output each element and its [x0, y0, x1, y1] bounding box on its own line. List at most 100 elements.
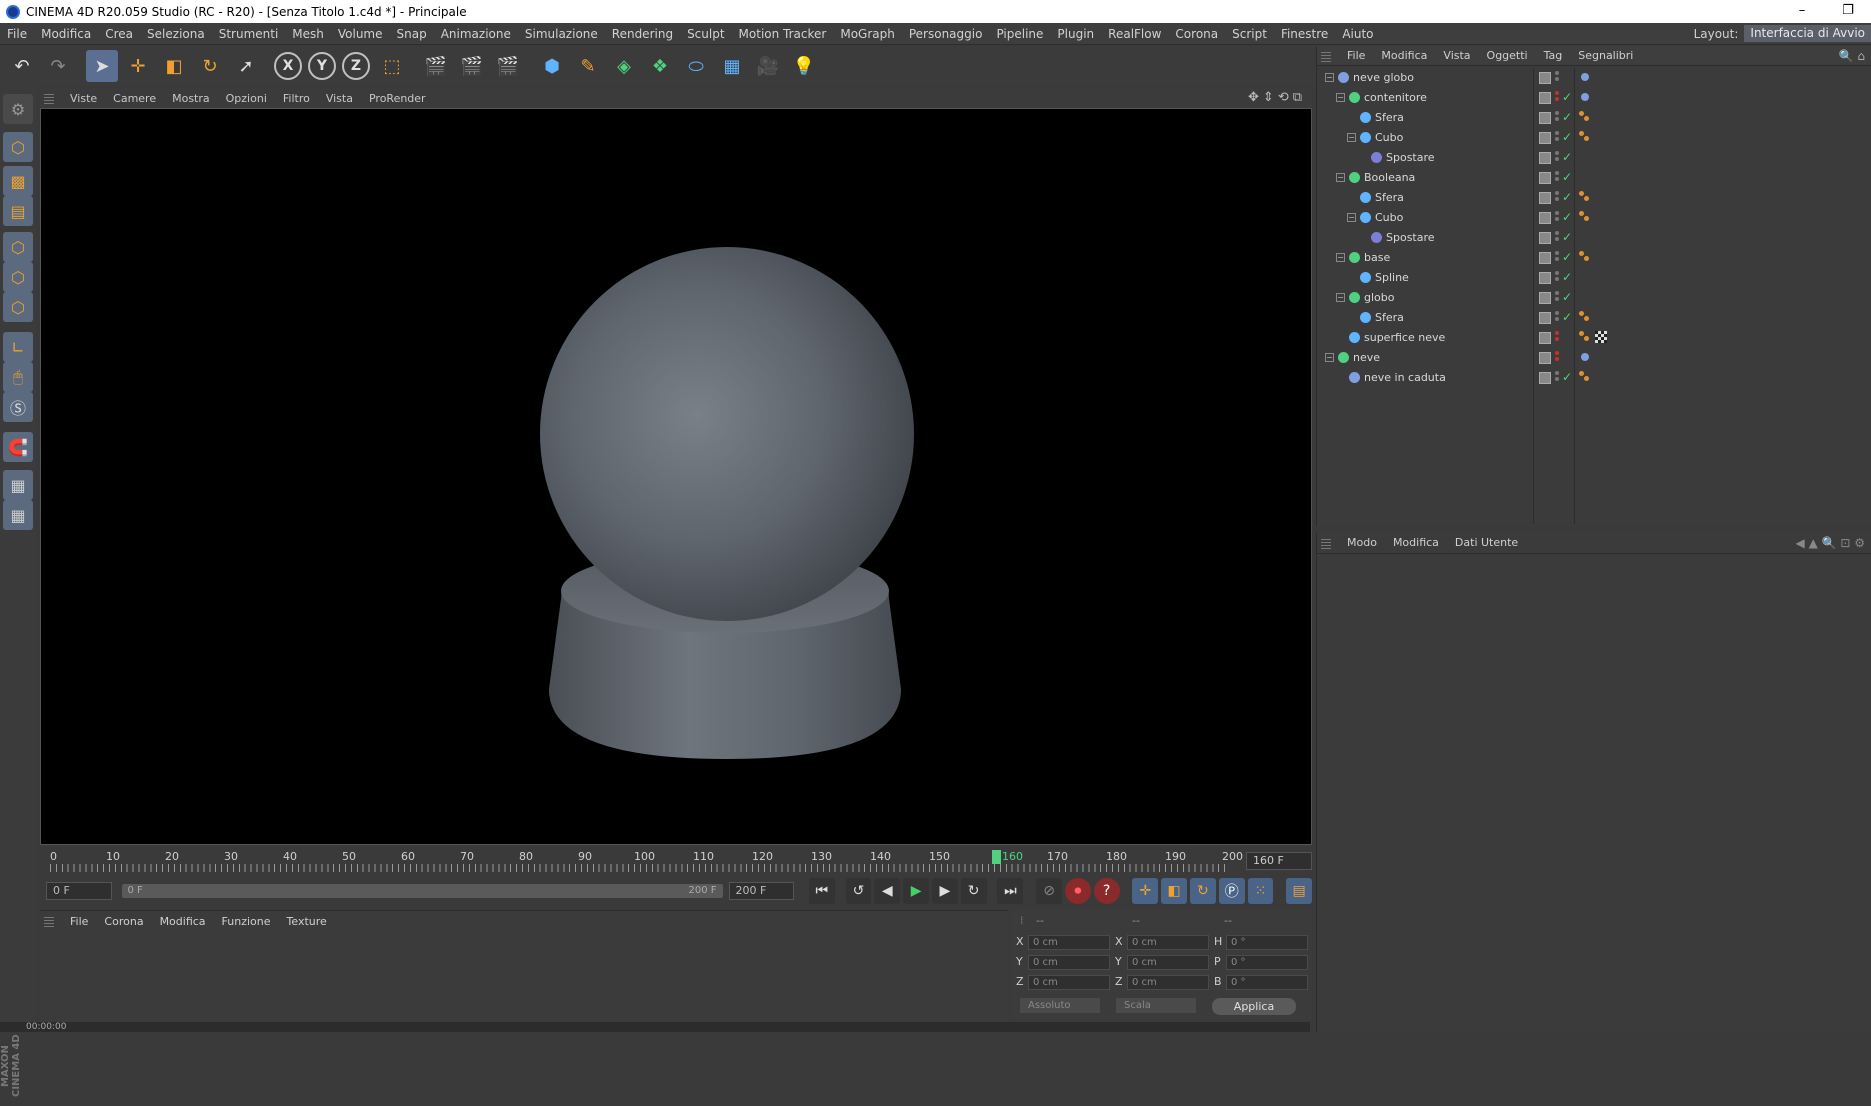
frame-range-slider[interactable]: 0 F 200 F	[121, 884, 723, 898]
viewport-navigation-icons[interactable]: ✥⇕⟲⧉	[1248, 90, 1306, 105]
layout-dropdown[interactable]: Interfaccia di Avvio	[1744, 25, 1871, 42]
object-name[interactable]: neve	[1353, 351, 1380, 364]
enabled-check-icon[interactable]: ✓	[1562, 170, 1572, 184]
end-frame-field[interactable]: 200 F	[728, 882, 795, 900]
layer-icon[interactable]	[1539, 272, 1551, 284]
visibility-dots-icon[interactable]	[1555, 311, 1559, 323]
menu-rendering[interactable]: Rendering	[605, 27, 680, 41]
start-frame-field[interactable]: 0 F	[46, 882, 112, 900]
go-to-end-icon[interactable]: ⏭	[997, 878, 1024, 904]
object-name[interactable]: Sfera	[1375, 111, 1404, 124]
enabled-check-icon[interactable]: ✓	[1562, 250, 1572, 264]
viewport-menu-opzioni[interactable]: Opzioni	[218, 92, 275, 105]
previous-frame-icon[interactable]: ◀	[874, 878, 901, 904]
menu-sculpt[interactable]: Sculpt	[680, 27, 731, 41]
phong-tag-icon[interactable]	[1579, 311, 1591, 323]
object-row[interactable]: Sfera ✓	[1317, 108, 1871, 128]
rotation-b-field[interactable]: 0 °	[1226, 975, 1308, 990]
expand-toggle-icon[interactable]: −	[1336, 93, 1345, 102]
visibility-dots-icon[interactable]	[1555, 71, 1559, 83]
material-tag-icon[interactable]	[1595, 331, 1607, 343]
object-row[interactable]: Spostare ✓	[1317, 148, 1871, 168]
object-menu-oggetti[interactable]: Oggetti	[1479, 49, 1536, 62]
select-live-icon[interactable]: ➤	[86, 50, 118, 82]
z-axis-lock-icon[interactable]: Z	[342, 52, 370, 80]
object-row[interactable]: neve in caduta ✓	[1317, 368, 1871, 388]
polygons-mode-icon[interactable]: ⬡	[3, 292, 33, 322]
object-name[interactable]: Spostare	[1386, 151, 1435, 164]
size-y-field[interactable]: 0 cm	[1127, 955, 1209, 970]
panel-grip-icon[interactable]	[1321, 49, 1331, 62]
enabled-check-icon[interactable]: ✓	[1562, 210, 1572, 224]
object-menu-tag[interactable]: Tag	[1536, 49, 1571, 62]
layer-icon[interactable]	[1539, 132, 1551, 144]
enabled-check-icon[interactable]: ✓	[1562, 370, 1572, 384]
material-menu-modifica[interactable]: Modifica	[152, 915, 214, 928]
visibility-dots-icon[interactable]	[1555, 271, 1559, 283]
attribute-nav-icons[interactable]: ◀ ▲ 🔍 ⊡ ⚙	[1796, 536, 1865, 550]
object-name[interactable]: base	[1364, 251, 1390, 264]
attribute-menu-dati-utente[interactable]: Dati Utente	[1447, 536, 1526, 549]
expand-toggle-icon[interactable]: −	[1325, 73, 1334, 82]
menu-script[interactable]: Script	[1225, 27, 1274, 41]
key-parameter-icon[interactable]: Ⓟ	[1218, 878, 1245, 904]
object-row[interactable]: superfice neve	[1317, 328, 1871, 348]
x-axis-lock-icon[interactable]: X	[274, 52, 302, 80]
layer-icon[interactable]	[1539, 252, 1551, 264]
record-active-icon[interactable]: ⊘	[1036, 878, 1062, 904]
object-name[interactable]: Sfera	[1375, 311, 1404, 324]
layer-icon[interactable]	[1539, 112, 1551, 124]
menu-mograph[interactable]: MoGraph	[833, 27, 902, 41]
recent-tool-icon[interactable]: ➚	[230, 50, 262, 82]
position-z-field[interactable]: 0 cm	[1028, 975, 1110, 990]
object-name[interactable]: Sfera	[1375, 191, 1404, 204]
workplane-mode-icon[interactable]: ▤	[3, 196, 33, 226]
menu-plugin[interactable]: Plugin	[1050, 27, 1101, 41]
object-search-home-icons[interactable]: 🔍 ⌂	[1839, 49, 1865, 63]
viewport-menu-viste[interactable]: Viste	[62, 92, 105, 105]
position-y-field[interactable]: 0 cm	[1028, 955, 1110, 970]
phong-tag-icon[interactable]	[1579, 211, 1591, 223]
coordinate-mode-dropdown[interactable]: Assoluto	[1020, 998, 1100, 1013]
menu-motion-tracker[interactable]: Motion Tracker	[732, 27, 834, 41]
object-row[interactable]: − contenitore ✓	[1317, 88, 1871, 108]
object-row[interactable]: Sfera ✓	[1317, 188, 1871, 208]
viewport-menu-filtro[interactable]: Filtro	[275, 92, 318, 105]
phong-tag-icon[interactable]	[1579, 111, 1591, 123]
enabled-check-icon[interactable]: ✓	[1562, 150, 1572, 164]
visibility-dots-icon[interactable]	[1555, 131, 1559, 143]
menu-file[interactable]: File	[0, 27, 34, 41]
enabled-check-icon[interactable]: ✓	[1562, 110, 1572, 124]
menu-crea[interactable]: Crea	[98, 27, 140, 41]
visibility-dots-icon[interactable]	[1555, 251, 1559, 263]
render-view-icon[interactable]: 🎬	[420, 50, 452, 82]
size-x-field[interactable]: 0 cm	[1127, 935, 1209, 950]
timeline-ruler[interactable]: 0 10 20 30 40 50 60 70 80 90 100 110 120…	[40, 850, 1312, 872]
tag-icon[interactable]	[1579, 351, 1591, 363]
floor-icon[interactable]: ▦	[716, 50, 748, 82]
object-row[interactable]: Spline ✓	[1317, 268, 1871, 288]
material-menu-corona[interactable]: Corona	[96, 915, 151, 928]
make-editable-icon[interactable]: ⚙	[3, 94, 33, 124]
visibility-dots-icon[interactable]	[1555, 191, 1559, 203]
phong-tag-icon[interactable]	[1579, 191, 1591, 203]
previous-key-icon[interactable]: ↺	[845, 878, 872, 904]
expand-toggle-icon[interactable]: −	[1325, 353, 1334, 362]
timeline-window-icon[interactable]: ▤	[1286, 878, 1313, 904]
object-name[interactable]: neve in caduta	[1364, 371, 1446, 384]
panel-grip-icon[interactable]: ⁞	[1020, 914, 1024, 927]
menu-modifica[interactable]: Modifica	[34, 27, 98, 41]
rotation-p-field[interactable]: 0 °	[1226, 955, 1308, 970]
object-menu-segnalibri[interactable]: Segnalibri	[1570, 49, 1641, 62]
layer-icon[interactable]	[1539, 192, 1551, 204]
layer-icon[interactable]	[1539, 372, 1551, 384]
menu-aiuto[interactable]: Aiuto	[1335, 27, 1380, 41]
next-key-icon[interactable]: ↻	[960, 878, 987, 904]
camera-icon[interactable]: 🎥	[752, 50, 784, 82]
layer-icon[interactable]	[1539, 212, 1551, 224]
visibility-dots-icon[interactable]	[1555, 331, 1559, 343]
object-name[interactable]: contenitore	[1364, 91, 1427, 104]
visibility-dots-icon[interactable]	[1555, 111, 1559, 123]
expand-toggle-icon[interactable]: −	[1347, 133, 1356, 142]
phong-tag-icon[interactable]	[1579, 251, 1591, 263]
